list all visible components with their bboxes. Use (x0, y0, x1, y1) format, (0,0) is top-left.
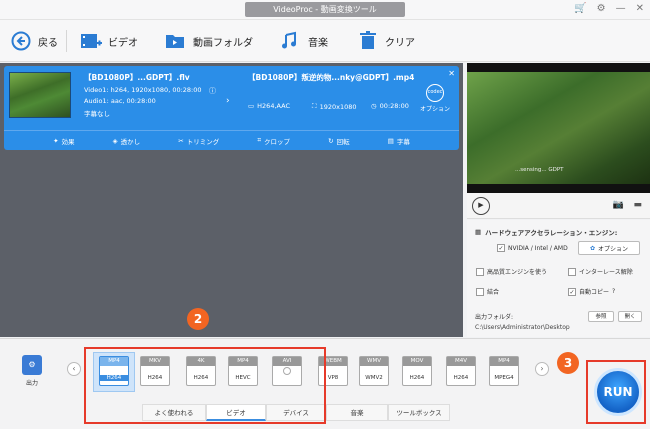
hq-engine-checkbox[interactable]: 高品質エンジンを使う (476, 267, 547, 276)
scroll-right-icon[interactable]: › (535, 362, 549, 376)
video-add-icon (80, 30, 102, 52)
chevron-right-icon: › (226, 96, 230, 106)
codec-gear-icon: codec (426, 84, 444, 102)
chip-icon: ▦ (475, 228, 482, 236)
toolbar: 戻る ビデオ 動画フォルダ 音楽 クリア (0, 20, 650, 62)
input-subtitle-info: 字幕なし (84, 110, 110, 118)
step-badge-3: 3 (557, 352, 579, 374)
back-button[interactable]: 戻る (10, 27, 58, 55)
format-mp4-hevc[interactable]: MP4 HEVC (228, 356, 258, 386)
merge-checkbox[interactable]: 結合 (476, 287, 499, 296)
clock-icon: ◷ (371, 102, 377, 110)
help-icon[interactable]: ? (612, 288, 615, 295)
play-icon[interactable]: ▶ (472, 197, 490, 215)
title-icons: 🛒 ⚙ — ✕ (574, 3, 644, 14)
input-video-info: Video1: h264, 1920x1080, 00:28:00 (84, 86, 202, 94)
step-badge-2: 2 (187, 308, 209, 330)
preview-subtitle: ...sensing... GDPT (515, 167, 564, 173)
file-list-panel: 【BD1080P】...GDPT】.flv Video1: h264, 1920… (0, 63, 463, 337)
hw-option-button[interactable]: ✿ オプション (578, 241, 640, 255)
format-wmv-wmv2[interactable]: WMV WMV2 (359, 356, 389, 386)
add-music-button[interactable]: 音楽 (280, 27, 328, 55)
edit-watermark[interactable]: ◈ 透かし (113, 136, 141, 146)
tab-toolbox[interactable]: ツールボックス (388, 404, 450, 421)
deinterlace-checkbox[interactable]: インターレース解除 (568, 267, 633, 276)
open-button[interactable]: 開く (618, 311, 642, 322)
output-folder-label: 出力フォルダ: (475, 314, 514, 321)
output-folder-path[interactable]: C:\Users\Administrator\Desktop (475, 324, 570, 331)
minimize-icon[interactable]: — (616, 3, 626, 14)
format-avi[interactable]: AVI (272, 356, 302, 386)
rotate-icon: ↻ (328, 136, 334, 145)
music-add-icon (280, 30, 302, 52)
settings-icon[interactable]: ⚙ (597, 3, 606, 14)
scroll-left-icon[interactable]: ‹ (67, 362, 81, 376)
window-title: VideoProc - 動画変換ツール (245, 2, 405, 17)
subtitle-icon: ▤ (387, 136, 394, 145)
format-mov-h264[interactable]: MOV H264 (402, 356, 432, 386)
run-button[interactable]: RUN (594, 368, 642, 416)
tab-music[interactable]: 音楽 (326, 404, 388, 421)
add-video-button[interactable]: ビデオ (80, 27, 138, 55)
format-mp4-mpeg4[interactable]: MP4 MPEG4 (489, 356, 519, 386)
close-icon[interactable]: ✕ (636, 3, 644, 14)
resolution-icon: ⛶ (312, 102, 317, 110)
camera-icon[interactable]: 📷 (613, 200, 624, 210)
film-reel-icon (283, 367, 291, 375)
output-resolution: ⛶ 1920x1080 (312, 102, 357, 111)
info-icon[interactable]: ⓘ (209, 86, 216, 96)
browse-button[interactable]: 参照 (588, 311, 614, 322)
video-item[interactable]: 【BD1080P】...GDPT】.flv Video1: h264, 1920… (4, 66, 459, 150)
hw-checkbox[interactable]: ✓ NVIDIA / Intel / AMD (497, 244, 568, 252)
clear-button[interactable]: クリア (357, 27, 415, 55)
output-label: ⚙ 出力 (22, 355, 42, 387)
codec-option-button[interactable]: codec オプション (420, 84, 450, 118)
auto-copy-checkbox[interactable]: ✓ 自動コピー? (568, 287, 615, 296)
edit-subtitle[interactable]: ▤ 字幕 (388, 136, 410, 146)
edit-trim[interactable]: ✂ トリミング (178, 136, 219, 146)
edit-toolbar: ✦ 効果 ◈ 透かし ✂ トリミング ⌗ クロップ ↻ 回転 ▤ 字幕 (4, 130, 459, 150)
output-filename: 【BD1080P】叛逆的物...nky@GDPT】.mp4 (248, 73, 415, 82)
player-controls: ▶ 📷 ▬ (467, 193, 650, 219)
watermark-icon: ◈ (112, 136, 118, 145)
separator (66, 30, 67, 52)
back-arrow-icon (10, 30, 32, 52)
format-mkv-h264[interactable]: MKV H264 (140, 356, 170, 386)
format-mp4-h264[interactable]: MP4 H264 (99, 356, 129, 386)
input-audio-info: Audio1: aac, 00:28:00 (84, 97, 156, 105)
video-codec-icon: ▭ (248, 102, 255, 110)
format-m4v-h264[interactable]: M4V H264 (446, 356, 476, 386)
tab-device[interactable]: デバイス (266, 404, 326, 421)
edit-effects[interactable]: ✦ 効果 (53, 136, 74, 146)
remove-item-icon[interactable]: ✕ (448, 69, 455, 78)
edit-rotate[interactable]: ↻ 回転 (328, 136, 349, 146)
gear-icon: ✿ (589, 244, 595, 252)
title-bar: VideoProc - 動画変換ツール 🛒 ⚙ — ✕ (0, 0, 650, 20)
check-icon: ✓ (497, 244, 505, 252)
add-folder-button[interactable]: 動画フォルダ (165, 27, 253, 55)
cart-icon[interactable]: 🛒 (574, 3, 586, 14)
trash-icon (357, 30, 379, 52)
crop-icon: ⌗ (257, 136, 262, 144)
tab-video[interactable]: ビデオ (206, 404, 266, 421)
video-thumbnail (9, 72, 71, 118)
tab-popular[interactable]: よく使われる (142, 404, 206, 421)
video-preview: ...sensing... GDPT (467, 63, 650, 193)
output-codec: ▭ H264,AAC (248, 102, 291, 110)
folder-add-icon (165, 30, 187, 52)
hw-accel-title: ▦ ハードウェアアクセラレーション・エンジン: (475, 228, 618, 237)
edit-crop[interactable]: ⌗ クロップ (257, 136, 290, 146)
input-filename: 【BD1080P】...GDPT】.flv (84, 73, 190, 82)
output-profile-icon: ⚙ (22, 355, 42, 375)
check-icon: ✓ (568, 287, 576, 296)
folder-icon[interactable]: ▬ (633, 200, 642, 210)
format-4k-h264[interactable]: 4K H264 (186, 356, 216, 386)
wand-icon: ✦ (53, 136, 59, 145)
format-webm-vp8[interactable]: WEBM VP8 (318, 356, 348, 386)
output-duration: ◷ 00:28:00 (371, 102, 409, 110)
scissors-icon: ✂ (178, 136, 184, 145)
